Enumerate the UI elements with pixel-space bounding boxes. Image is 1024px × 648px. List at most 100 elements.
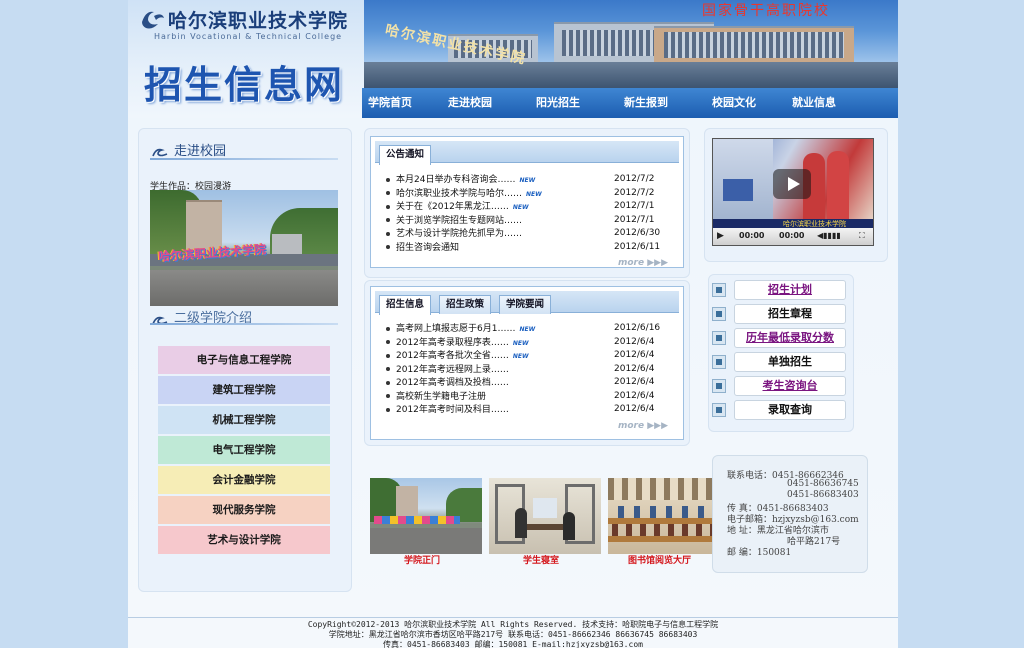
- news-title[interactable]: 2012年高考调档及投档……: [396, 378, 509, 388]
- photo-dormitory[interactable]: [489, 478, 601, 554]
- nav-item-campus[interactable]: 走进校园: [448, 88, 492, 118]
- college-item[interactable]: 电气工程学院: [158, 436, 330, 464]
- news-date: 2012/6/4: [614, 404, 655, 414]
- news-item[interactable]: 2012年高考各批次全省…… NEW: [386, 350, 529, 363]
- quick-link[interactable]: 招生计划: [712, 280, 848, 300]
- news-title[interactable]: 招生咨询会通知: [396, 243, 459, 253]
- fullscreen-icon[interactable]: ⛶: [859, 231, 865, 241]
- quick-link[interactable]: 历年最低录取分数: [712, 328, 848, 348]
- news-item[interactable]: 2012年高考录取程序表…… NEW: [386, 337, 529, 350]
- quick-link-button[interactable]: 考生咨询台: [734, 376, 846, 396]
- quick-link[interactable]: 单独招生: [712, 352, 848, 372]
- volume-icon[interactable]: ◀▮▮▮▮: [817, 231, 841, 240]
- quick-link[interactable]: 录取查询: [712, 400, 848, 420]
- news-item[interactable]: 哈尔滨职业技术学院与哈尔…… NEW: [386, 188, 542, 201]
- bullet-icon: [386, 231, 390, 236]
- tab-admission-info[interactable]: 招生信息: [379, 295, 432, 315]
- news-date: 2012/6/4: [614, 363, 655, 374]
- photo-main-gate[interactable]: [370, 478, 482, 554]
- footer: CopyRight©2012-2013 哈尔滨职业技术学院 All Rights…: [128, 617, 898, 648]
- news-item[interactable]: 招生咨询会通知: [386, 242, 459, 255]
- news-item[interactable]: 艺术与设计学院抢先抓早为……: [386, 228, 522, 241]
- quick-link-button[interactable]: 招生计划: [734, 280, 846, 300]
- caption-dormitory[interactable]: 学生寝室: [523, 553, 559, 566]
- news-item[interactable]: 高校新生学籍电子注册: [386, 391, 486, 404]
- news-title[interactable]: 关于浏览学院招生专题网站……: [396, 216, 522, 226]
- tab-college-news[interactable]: 学院要闻: [499, 295, 552, 314]
- site-title: 招生信息网: [144, 63, 345, 107]
- square-bullet-icon: [712, 331, 726, 345]
- contact-line: 0451-86683403: [787, 490, 859, 500]
- motto-text: 国家骨干高职院校: [702, 3, 830, 19]
- square-bullet-icon: [712, 403, 726, 417]
- news-item[interactable]: 关于浏览学院招生专题网站……: [386, 215, 522, 228]
- logo-chinese-name: 哈尔滨职业技术学院: [168, 10, 349, 32]
- video-screen[interactable]: 哈尔滨职业技术学院: [713, 139, 873, 229]
- news-item[interactable]: 关于在《2012年黑龙江…… NEW: [386, 201, 529, 214]
- pause-icon[interactable]: ▶: [717, 231, 724, 241]
- bullet-icon: [386, 394, 390, 398]
- college-item[interactable]: 机械工程学院: [158, 406, 330, 434]
- news-item[interactable]: 2012年高考调档及投档……: [386, 377, 509, 390]
- quick-link-button[interactable]: 招生章程: [734, 304, 846, 324]
- nav-item-employment[interactable]: 就业信息: [792, 88, 836, 118]
- news-title[interactable]: 高考网上填报志愿于6月1……: [396, 324, 515, 334]
- news-title[interactable]: 哈尔滨职业技术学院与哈尔……: [396, 189, 522, 199]
- college-logo[interactable]: 哈尔滨职业技术学院 Harbin Vocational & Technical …: [140, 6, 370, 41]
- college-item[interactable]: 现代服务学院: [158, 496, 330, 524]
- video-controls: ▶ 00:00 00:00 ◀▮▮▮▮ ⛶: [713, 228, 873, 245]
- notice-more-link[interactable]: more ▶▶▶: [618, 258, 668, 268]
- college-item[interactable]: 会计金融学院: [158, 466, 330, 494]
- nav-item-home[interactable]: 学院首页: [368, 88, 412, 118]
- nav-item-culture[interactable]: 校园文化: [712, 88, 756, 118]
- news-item[interactable]: 2012年高考时间及科目……: [386, 404, 509, 417]
- college-item[interactable]: 艺术与设计学院: [158, 526, 330, 554]
- news-title[interactable]: 2012年高考远程网上录……: [396, 365, 509, 375]
- tab-notice[interactable]: 公告通知: [379, 145, 432, 165]
- news-date: 2012/7/1: [614, 214, 655, 225]
- quick-link[interactable]: 考生咨询台: [712, 376, 848, 396]
- contact-info: 联系电话：0451-86662346 0451-86636745 0451-8668…: [712, 455, 868, 573]
- footer-contact: 传真：0451-86683403 邮编：150081 E-mail:hzjxyz…: [383, 640, 643, 648]
- news-title[interactable]: 关于在《2012年黑龙江……: [396, 202, 509, 212]
- news-date: 2012/7/2: [614, 187, 655, 198]
- news-item[interactable]: 高考网上填报志愿于6月1…… NEW: [386, 323, 535, 336]
- news-title[interactable]: 本月24日举办专科咨询会……: [396, 175, 515, 185]
- college-list: 电子与信息工程学院 建筑工程学院 机械工程学院 电气工程学院 会计金融学院 现代服务学院艺…: [158, 346, 330, 568]
- photo-library-hall[interactable]: [608, 478, 720, 554]
- video-player: 哈尔滨职业技术学院 ▶ 00:00 00:00 ◀▮▮▮▮ ⛶: [712, 138, 874, 246]
- news-title[interactable]: 2012年高考时间及科目……: [396, 405, 509, 415]
- news-date: 2012/6/30: [614, 228, 661, 238]
- news-title[interactable]: 高校新生学籍电子注册: [396, 392, 486, 402]
- news-title[interactable]: 艺术与设计学院抢先抓早为……: [396, 229, 522, 239]
- bullet-icon: [386, 218, 390, 222]
- nav-item-enrollment[interactable]: 新生报到: [624, 88, 668, 118]
- new-badge-icon: NEW: [526, 190, 542, 198]
- news-item[interactable]: 本月24日举办专科咨询会…… NEW: [386, 174, 535, 187]
- quick-link[interactable]: 招生章程: [712, 304, 848, 324]
- news-item[interactable]: 2012年高考远程网上录……: [386, 364, 509, 377]
- caption-library-hall[interactable]: 图书馆阅览大厅: [628, 553, 691, 566]
- tab-admission-policy[interactable]: 招生政策: [439, 295, 492, 314]
- college-item[interactable]: 电子与信息工程学院: [158, 346, 330, 374]
- campus-tour-image[interactable]: 哈尔滨职业技术学院: [150, 190, 338, 306]
- bullet-icon: [386, 204, 390, 209]
- play-icon: [788, 177, 800, 191]
- news-title[interactable]: 2012年高考各批次全省……: [396, 351, 509, 361]
- page-container: 哈尔滨职业技术学院 Harbin Vocational & Technical …: [128, 0, 898, 648]
- quick-link-button[interactable]: 录取查询: [734, 400, 846, 420]
- bullet-icon: [386, 191, 390, 195]
- logo-emblem-icon: [142, 11, 164, 29]
- contact-line: 0451-86636745: [787, 479, 859, 489]
- college-item[interactable]: 建筑工程学院: [158, 376, 330, 404]
- quick-link-button[interactable]: 历年最低录取分数: [734, 328, 846, 348]
- quick-link-button[interactable]: 单独招生: [734, 352, 846, 372]
- caption-main-gate[interactable]: 学院正门: [404, 553, 440, 566]
- admission-more-link[interactable]: more ▶▶▶: [618, 421, 668, 431]
- news-title[interactable]: 2012年高考录取程序表……: [396, 338, 509, 348]
- play-button[interactable]: [773, 169, 811, 199]
- news-date: 2012/7/1: [614, 201, 655, 211]
- new-badge-icon: NEW: [512, 353, 529, 360]
- nav-item-admission[interactable]: 阳光招生: [536, 88, 580, 118]
- news-date: 2012/7/2: [614, 174, 655, 184]
